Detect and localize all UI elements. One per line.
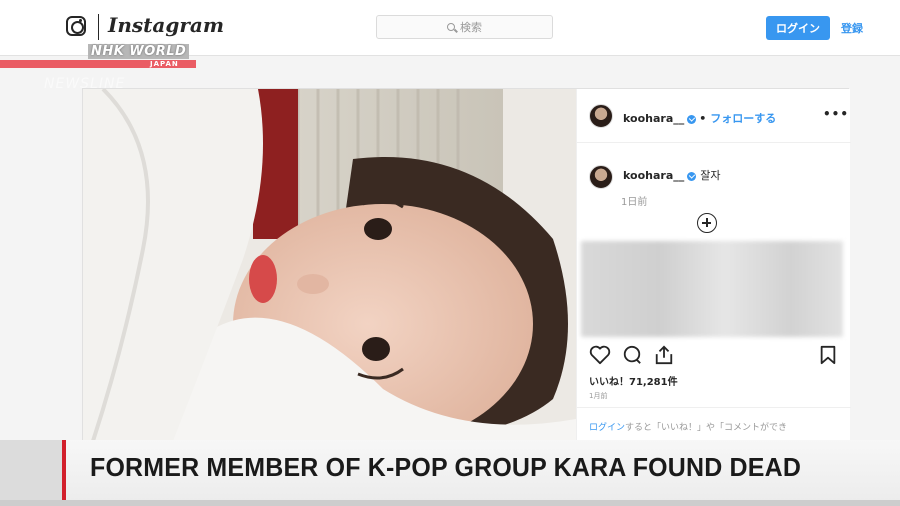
nhk-world-text: NHK WORLD (88, 44, 190, 59)
caption-timestamp: 1日前 (621, 197, 648, 208)
login-hint-link[interactable]: ログイン (589, 423, 625, 433)
add-icon[interactable] (697, 213, 717, 233)
verified-badge-icon (687, 114, 697, 124)
heart-icon[interactable] (589, 345, 611, 365)
action-bar (589, 345, 839, 365)
login-button[interactable]: ログイン (766, 16, 830, 40)
verified-badge-icon (687, 171, 697, 181)
search-placeholder: 検索 (460, 21, 482, 34)
caption-bottom-rule (0, 500, 900, 506)
login-prompt: ログインすると「いいね！」や「コメントができ (577, 407, 851, 441)
blurred-comments (581, 241, 843, 337)
logo-divider (98, 14, 99, 40)
instagram-post: koohara__ •フォローする ••• koohara__ 잘자 1日前 (82, 88, 851, 441)
likes-count[interactable]: いいね！71,281件 (589, 373, 678, 388)
caption-avatar[interactable] (589, 165, 613, 189)
share-icon[interactable] (653, 345, 675, 365)
post-sidebar: koohara__ •フォローする ••• koohara__ 잘자 1日前 (576, 89, 851, 441)
news-headline: FORMER MEMBER OF K-POP GROUP KARA FOUND … (90, 452, 802, 482)
login-hint: ログインすると「いいね！」や「コメントができ (589, 420, 787, 433)
caption-username[interactable]: koohara__ (623, 169, 684, 182)
selfie-image (83, 89, 576, 441)
search-input[interactable]: 検索 (376, 15, 553, 39)
instagram-wordmark[interactable]: Instagram (108, 13, 224, 37)
login-hint-text: すると「いいね！」や「コメントができ (625, 423, 788, 433)
post-photo[interactable] (83, 89, 576, 441)
post-author-row: koohara__ • フォローする (623, 110, 776, 126)
more-options-icon[interactable]: ••• (823, 107, 849, 121)
caption-row: koohara__ 잘자 (623, 167, 721, 183)
post-date: 1月前 (589, 392, 608, 400)
caption-text: 잘자 (700, 169, 721, 182)
caption-red-stripe (62, 440, 66, 502)
nhk-world-logo: NHK WORLD JAPAN (0, 42, 196, 70)
post-username[interactable]: koohara__ (623, 112, 684, 125)
nhk-japan-text: JAPAN (150, 60, 179, 68)
dot-separator: • (699, 112, 707, 125)
comment-icon[interactable] (621, 345, 643, 365)
follow-button[interactable]: フォローする (710, 112, 776, 125)
instagram-camera-icon[interactable] (66, 16, 86, 36)
signup-link[interactable]: 登録 (841, 20, 863, 36)
search-icon (447, 23, 455, 31)
bookmark-icon[interactable] (819, 345, 837, 365)
caption-accent-block (0, 440, 62, 502)
avatar[interactable] (589, 104, 613, 128)
post-header: koohara__ • フォローする ••• (577, 89, 851, 143)
